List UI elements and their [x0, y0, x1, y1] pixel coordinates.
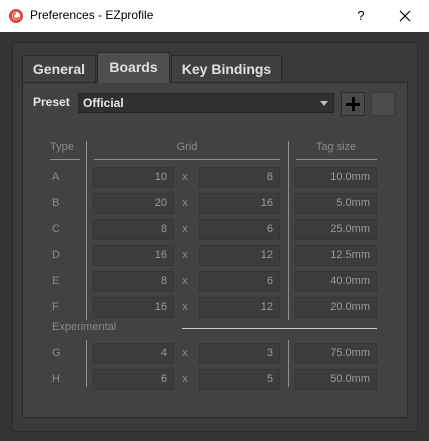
grid-width-field: 16	[93, 297, 174, 318]
tag-header-underline	[296, 159, 377, 160]
row-type-label: B	[52, 197, 60, 209]
tag-size-field: 5.0mm	[295, 193, 377, 214]
grid-separator: x	[182, 301, 188, 313]
grid-separator: x	[182, 373, 188, 385]
tag-size-field: 10.0mm	[295, 167, 377, 188]
grid-width-field: 10	[93, 167, 174, 188]
tag-size-field: 40.0mm	[295, 271, 377, 292]
window-title: Preferences - EZprofile	[30, 8, 154, 22]
chevron-down-icon	[320, 101, 328, 106]
row-type-label: C	[52, 223, 60, 235]
title-bar: Preferences - EZprofile ?	[0, 0, 429, 32]
grid-height-field: 5	[199, 369, 280, 390]
tag-size-field: 50.0mm	[295, 369, 377, 390]
tag-size-field: 25.0mm	[295, 219, 377, 240]
grid-separator: x	[182, 171, 188, 183]
grid-separator: x	[182, 275, 188, 287]
grid-separator: x	[182, 347, 188, 359]
type-header-underline	[50, 159, 80, 160]
preset-value: Official	[83, 96, 124, 110]
tab-general[interactable]: General	[22, 55, 96, 83]
tag-size-field: 75.0mm	[295, 343, 377, 364]
type-column-header: Type	[50, 141, 74, 153]
grid-width-field: 8	[93, 219, 174, 240]
column-divider	[288, 141, 289, 320]
grid-height-field: 12	[199, 297, 280, 318]
tag-size-field: 20.0mm	[295, 297, 377, 318]
grid-width-field: 4	[93, 343, 174, 364]
grid-height-field: 6	[199, 219, 280, 240]
row-type-label: G	[52, 347, 61, 359]
grid-height-field: 3	[199, 343, 280, 364]
grid-column-header: Grid	[176, 141, 198, 153]
preset-dropdown[interactable]: Official	[78, 93, 334, 113]
app-logo-icon	[9, 9, 23, 23]
row-type-label: E	[52, 275, 60, 287]
add-preset-button[interactable]	[341, 92, 365, 116]
row-type-label: A	[52, 171, 60, 183]
close-icon[interactable]	[394, 5, 416, 27]
experimental-divider	[182, 328, 377, 329]
remove-preset-button[interactable]	[371, 92, 395, 116]
column-divider	[288, 340, 289, 387]
grid-height-field: 16	[199, 193, 280, 214]
tag-size-field: 12.5mm	[295, 245, 377, 266]
tag-size-column-header: Tag size	[315, 141, 357, 153]
row-type-label: D	[52, 249, 60, 261]
grid-width-field: 20	[93, 193, 174, 214]
grid-width-field: 16	[93, 245, 174, 266]
tab-key-bindings[interactable]: Key Bindings	[171, 55, 282, 83]
grid-separator: x	[182, 223, 188, 235]
experimental-section-label: Experimental	[52, 321, 117, 333]
row-type-label: F	[52, 301, 59, 313]
grid-header-underline	[94, 159, 280, 160]
row-type-label: H	[52, 373, 60, 385]
grid-height-field: 12	[199, 245, 280, 266]
grid-width-field: 8	[93, 271, 174, 292]
grid-height-field: 6	[199, 271, 280, 292]
grid-separator: x	[182, 197, 188, 209]
help-button[interactable]: ?	[350, 5, 372, 27]
preset-label: Preset	[33, 95, 70, 109]
tab-boards[interactable]: Boards	[97, 52, 170, 83]
grid-separator: x	[182, 249, 188, 261]
column-divider	[86, 340, 87, 387]
grid-width-field: 6	[93, 369, 174, 390]
grid-height-field: 8	[199, 167, 280, 188]
column-divider	[86, 141, 87, 320]
